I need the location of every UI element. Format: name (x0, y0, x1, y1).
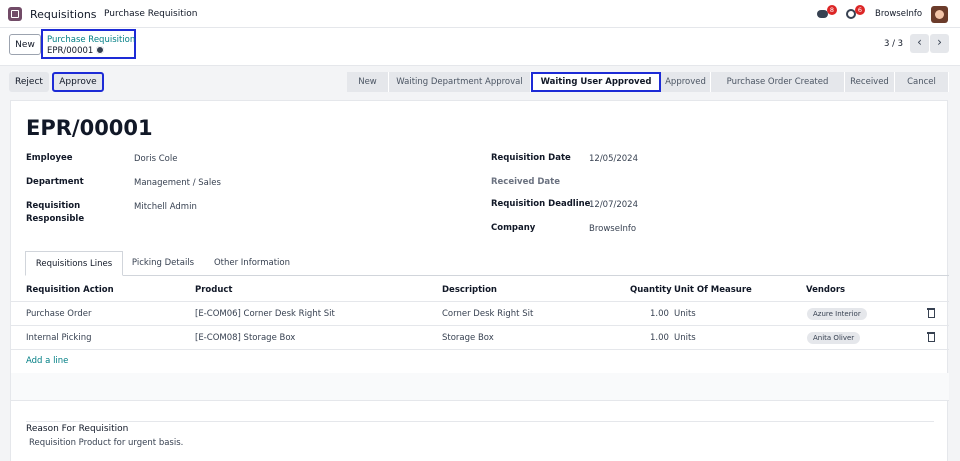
company-switcher[interactable]: BrowseInfo (875, 9, 922, 19)
received-date-label: Received Date (491, 177, 560, 187)
pager-previous-button[interactable]: ‹ (910, 34, 929, 53)
breadcrumb-link-purchase-requisition[interactable]: Purchase Requisition (47, 35, 135, 45)
employee-label: Employee (26, 153, 73, 163)
department-label: Department (26, 177, 84, 187)
activity-count-badge: 6 (855, 5, 865, 15)
add-line-link[interactable]: Add a line (26, 356, 68, 366)
responsible-field[interactable]: Mitchell Admin (134, 202, 197, 212)
responsible-label: Requisition Responsible (26, 201, 85, 224)
requisition-app-icon[interactable] (8, 7, 22, 21)
received-date-field[interactable] (589, 178, 789, 190)
pager-value: 3 / 3 (884, 39, 904, 49)
reason-title: Reason For Requisition (26, 421, 934, 437)
control-panel: New Purchase Requisition EPR/00001 3 / 3… (0, 28, 960, 66)
requisition-deadline-field[interactable]: 12/07/2024 (589, 200, 638, 210)
breadcrumb-current: EPR/00001 (47, 46, 105, 56)
menu-purchase-requisition[interactable]: Purchase Requisition (104, 9, 197, 19)
company-label: Company (491, 223, 536, 233)
company-field[interactable]: BrowseInfo (589, 224, 636, 234)
vendor-tag[interactable]: Azure Interior (807, 308, 867, 320)
tab-other-information[interactable]: Other Information (203, 251, 301, 276)
tab-picking-details[interactable]: Picking Details (123, 251, 203, 276)
col-description[interactable]: Description (442, 285, 497, 295)
lines-table-header: Requisition Action Product Description Q… (11, 278, 949, 302)
row-description: Corner Desk Right Sit (442, 309, 534, 319)
row-product: [E-COM06] Corner Desk Right Sit (195, 309, 335, 319)
employee-field[interactable]: Doris Cole (134, 154, 177, 164)
chat-count-badge: 8 (827, 5, 837, 15)
stage-approved[interactable]: Approved (661, 72, 711, 92)
stage-cancel[interactable]: Cancel (895, 72, 949, 92)
row-quantity: 1.00 (650, 333, 669, 343)
row-quantity: 1.00 (650, 309, 669, 319)
requisition-deadline-label: Requisition Deadline (491, 199, 591, 209)
app-title[interactable]: Requisitions (30, 8, 97, 21)
record-title: EPR/00001 (26, 116, 153, 140)
department-field[interactable]: Management / Sales (134, 178, 221, 188)
stage-received[interactable]: Received (845, 72, 895, 92)
requisition-date-field[interactable]: 12/05/2024 (589, 154, 638, 164)
reason-text[interactable]: Requisition Product for urgent basis. (29, 438, 183, 448)
user-avatar[interactable] (931, 6, 948, 23)
col-product[interactable]: Product (195, 285, 233, 295)
breadcrumb: Purchase Requisition EPR/00001 (41, 29, 136, 59)
status-bar: Reject Approve New Waiting Department Ap… (9, 70, 949, 94)
col-quantity[interactable]: Quantity (630, 285, 672, 295)
col-vendors[interactable]: Vendors (806, 285, 845, 295)
vendor-tag[interactable]: Anita Oliver (807, 332, 861, 344)
tab-requisitions-lines[interactable]: Requisitions Lines (25, 251, 123, 276)
row-action: Internal Picking (26, 333, 92, 343)
breadcrumb-current-label: EPR/00001 (47, 46, 94, 56)
row-description: Storage Box (442, 333, 494, 343)
table-row[interactable]: Internal Picking [E-COM08] Storage Box S… (11, 326, 949, 350)
stage-waiting-department-approval[interactable]: Waiting Department Approval (389, 72, 531, 92)
row-uom: Units (674, 309, 696, 319)
col-requisition-action[interactable]: Requisition Action (26, 285, 114, 295)
row-product: [E-COM08] Storage Box (195, 333, 296, 343)
approve-button[interactable]: Approve (52, 72, 104, 92)
col-unit-of-measure[interactable]: Unit Of Measure (674, 285, 752, 295)
stage-new[interactable]: New (347, 72, 389, 92)
new-button[interactable]: New (9, 34, 41, 55)
row-action: Purchase Order (26, 309, 92, 319)
stage-waiting-user-approved[interactable]: Waiting User Approved (531, 72, 661, 92)
table-footer (11, 373, 949, 401)
notebook-tabs: Requisitions Lines Picking Details Other… (25, 251, 949, 276)
requisition-date-label: Requisition Date (491, 153, 571, 163)
trash-icon[interactable] (927, 308, 935, 318)
row-uom: Units (674, 333, 696, 343)
reject-button[interactable]: Reject (9, 72, 49, 92)
stage-purchase-order-created[interactable]: Purchase Order Created (711, 72, 845, 92)
trash-icon[interactable] (927, 332, 935, 342)
pager-next-button[interactable]: › (930, 34, 949, 53)
form-sheet: EPR/00001 Employee Doris Cole Department… (10, 100, 949, 461)
gear-icon[interactable] (96, 46, 105, 54)
table-row[interactable]: Purchase Order [E-COM06] Corner Desk Rig… (11, 302, 949, 326)
top-navbar: Requisitions Purchase Requisition 8 6 Br… (0, 0, 960, 28)
